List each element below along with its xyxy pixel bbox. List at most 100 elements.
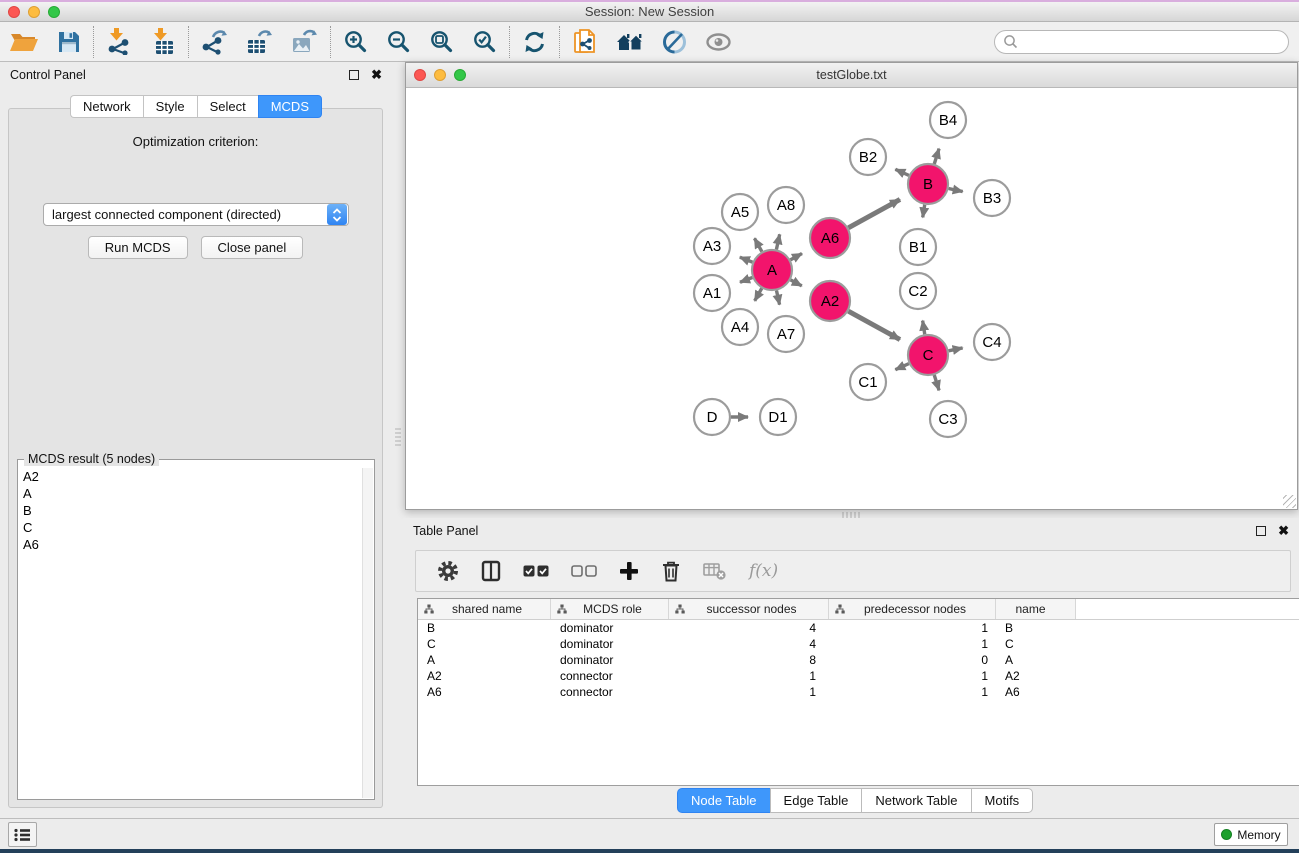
delete-table-icon[interactable] <box>692 552 738 590</box>
vertical-splitter-handle[interactable] <box>395 428 401 446</box>
graph-node-A[interactable]: A <box>752 250 792 290</box>
graph-node-A7[interactable]: A7 <box>768 316 804 352</box>
graph-node-B1[interactable]: B1 <box>900 229 936 265</box>
tab-mcds[interactable]: MCDS <box>258 95 322 118</box>
window-resize-grip[interactable] <box>1283 495 1296 508</box>
graph-node-C[interactable]: C <box>908 335 948 375</box>
result-item[interactable]: A2 <box>19 468 362 485</box>
network-minimize-button[interactable] <box>434 69 446 81</box>
zoom-in-icon[interactable] <box>334 24 377 60</box>
column-header-MCDS-role[interactable]: MCDS role <box>551 599 669 619</box>
graph-edge-C-C3[interactable] <box>934 375 939 390</box>
zoom-selected-icon[interactable] <box>463 24 506 60</box>
column-header-successor-nodes[interactable]: successor nodes <box>669 599 829 619</box>
export-image-icon[interactable] <box>282 24 327 60</box>
table-row[interactable]: A6connector11A6 <box>418 684 1299 700</box>
graph-edge-B-B4[interactable] <box>934 149 939 164</box>
result-item[interactable]: A6 <box>19 536 362 553</box>
save-session-icon[interactable] <box>48 24 90 60</box>
graph-edge-B-B3[interactable] <box>949 188 963 191</box>
close-panel-button[interactable]: Close panel <box>201 236 304 259</box>
graph-node-C4[interactable]: C4 <box>974 324 1010 360</box>
table-row[interactable]: Cdominator41C <box>418 636 1299 652</box>
tab-network-table[interactable]: Network Table <box>861 788 970 813</box>
task-history-button[interactable] <box>8 822 37 847</box>
column-header-shared-name[interactable]: shared name <box>418 599 551 619</box>
import-network-icon[interactable] <box>97 24 141 60</box>
graph-edge-C-C1[interactable] <box>895 364 908 370</box>
settings-gear-icon[interactable] <box>426 552 470 590</box>
zoom-out-icon[interactable] <box>377 24 420 60</box>
column-header-predecessor-nodes[interactable]: predecessor nodes <box>829 599 996 619</box>
tab-node-table[interactable]: Node Table <box>677 788 770 813</box>
graph-edge-B-B1[interactable] <box>923 205 925 218</box>
graph-edge-B-B2[interactable] <box>895 169 908 175</box>
graph-edge-A6-B[interactable] <box>848 199 900 227</box>
tab-select[interactable]: Select <box>197 95 258 118</box>
graph-edge-A-A1[interactable] <box>740 278 752 283</box>
graph-node-D1[interactable]: D1 <box>760 399 796 435</box>
export-network-icon[interactable] <box>192 24 237 60</box>
deselect-all-rows-icon[interactable] <box>560 552 608 590</box>
result-item[interactable]: A <box>19 485 362 502</box>
column-header-name[interactable]: name <box>996 599 1076 619</box>
network-window-titlebar[interactable]: testGlobe.txt <box>406 63 1297 88</box>
result-scrollbar[interactable] <box>362 468 373 798</box>
graph-edge-A-A2[interactable] <box>791 280 802 286</box>
export-table-icon[interactable] <box>237 24 282 60</box>
graph-edge-A-A5[interactable] <box>754 238 761 251</box>
table-row[interactable]: Adominator80A <box>418 652 1299 668</box>
tab-network[interactable]: Network <box>70 95 143 118</box>
graph-node-B2[interactable]: B2 <box>850 139 886 175</box>
function-builder-icon[interactable]: f(x) <box>738 552 789 590</box>
optimization-criterion-dropdown[interactable]: largest connected component (directed) <box>43 203 349 226</box>
run-mcds-button[interactable]: Run MCDS <box>88 236 188 259</box>
minimize-window-button[interactable] <box>28 6 40 18</box>
hide-panels-icon[interactable] <box>653 24 696 60</box>
refresh-layout-icon[interactable] <box>513 24 556 60</box>
select-all-rows-icon[interactable] <box>512 552 560 590</box>
show-column-icon[interactable] <box>470 552 512 590</box>
close-window-button[interactable] <box>8 6 20 18</box>
open-session-icon[interactable] <box>0 24 48 60</box>
graph-edge-C-C4[interactable] <box>949 348 963 351</box>
graph-node-D[interactable]: D <box>694 399 730 435</box>
graph-edge-A2-C[interactable] <box>848 311 900 339</box>
network-zoom-button[interactable] <box>454 69 466 81</box>
mcds-result-list[interactable]: A2ABCA6 <box>19 468 362 798</box>
new-network-from-selection-icon[interactable] <box>563 24 607 60</box>
import-table-icon[interactable] <box>141 24 185 60</box>
show-panels-icon[interactable] <box>696 24 741 60</box>
table-row[interactable]: Bdominator41B <box>418 620 1299 636</box>
graph-edge-A-A3[interactable] <box>740 257 753 262</box>
tab-edge-table[interactable]: Edge Table <box>770 788 862 813</box>
graph-node-B3[interactable]: B3 <box>974 180 1010 216</box>
graph-edge-A-A4[interactable] <box>755 288 762 301</box>
graph-node-A5[interactable]: A5 <box>722 194 758 230</box>
graph-node-B[interactable]: B <box>908 164 948 204</box>
graph-edge-C-C2[interactable] <box>923 321 925 335</box>
graph-node-C2[interactable]: C2 <box>900 273 936 309</box>
home-icon[interactable] <box>607 24 653 60</box>
add-column-icon[interactable] <box>608 552 650 590</box>
tab-style[interactable]: Style <box>143 95 197 118</box>
table-row[interactable]: A2connector11A2 <box>418 668 1299 684</box>
network-canvas[interactable]: AA1A3A5A8A4A7A6A2BB1B2B3B4CC1C2C3C4DD1 <box>406 88 1297 509</box>
float-table-panel-icon[interactable] <box>1256 526 1266 536</box>
node-table[interactable]: shared nameMCDS rolesuccessor nodesprede… <box>417 598 1299 786</box>
zoom-fit-icon[interactable] <box>420 24 463 60</box>
graph-node-A6[interactable]: A6 <box>810 218 850 258</box>
graph-edge-A-A6[interactable] <box>790 253 802 259</box>
close-table-panel-icon[interactable]: ✖ <box>1278 526 1289 536</box>
network-close-button[interactable] <box>414 69 426 81</box>
graph-node-A8[interactable]: A8 <box>768 187 804 223</box>
graph-node-C3[interactable]: C3 <box>930 401 966 437</box>
memory-button[interactable]: Memory <box>1214 823 1288 846</box>
graph-node-C1[interactable]: C1 <box>850 364 886 400</box>
graph-node-B4[interactable]: B4 <box>930 102 966 138</box>
graph-node-A2[interactable]: A2 <box>810 281 850 321</box>
zoom-window-button[interactable] <box>48 6 60 18</box>
graph-node-A1[interactable]: A1 <box>694 275 730 311</box>
search-box[interactable] <box>994 30 1289 54</box>
result-item[interactable]: B <box>19 502 362 519</box>
